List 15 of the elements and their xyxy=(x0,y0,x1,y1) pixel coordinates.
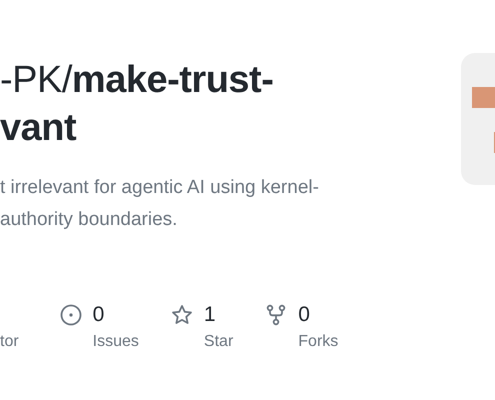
star-icon xyxy=(170,304,193,326)
stat-count: 0 xyxy=(92,302,106,328)
repository-title: -PK/make-trust- xyxy=(0,58,274,103)
stat-count: 1 xyxy=(204,302,217,328)
avatar-icon xyxy=(461,53,495,185)
repository-description: authority boundaries. xyxy=(0,208,178,232)
stat-label: Forks xyxy=(298,332,338,352)
fork-icon xyxy=(265,304,288,326)
repository-title: vant xyxy=(0,106,78,151)
stat-count: 0 xyxy=(298,302,311,328)
stat-label: Star xyxy=(204,332,234,352)
repository-description: t irrelevant for agentic AI using kernel- xyxy=(0,176,320,200)
issue-icon xyxy=(60,304,82,326)
stat-label: Issues xyxy=(92,332,139,352)
stat-label: tor xyxy=(0,332,19,352)
